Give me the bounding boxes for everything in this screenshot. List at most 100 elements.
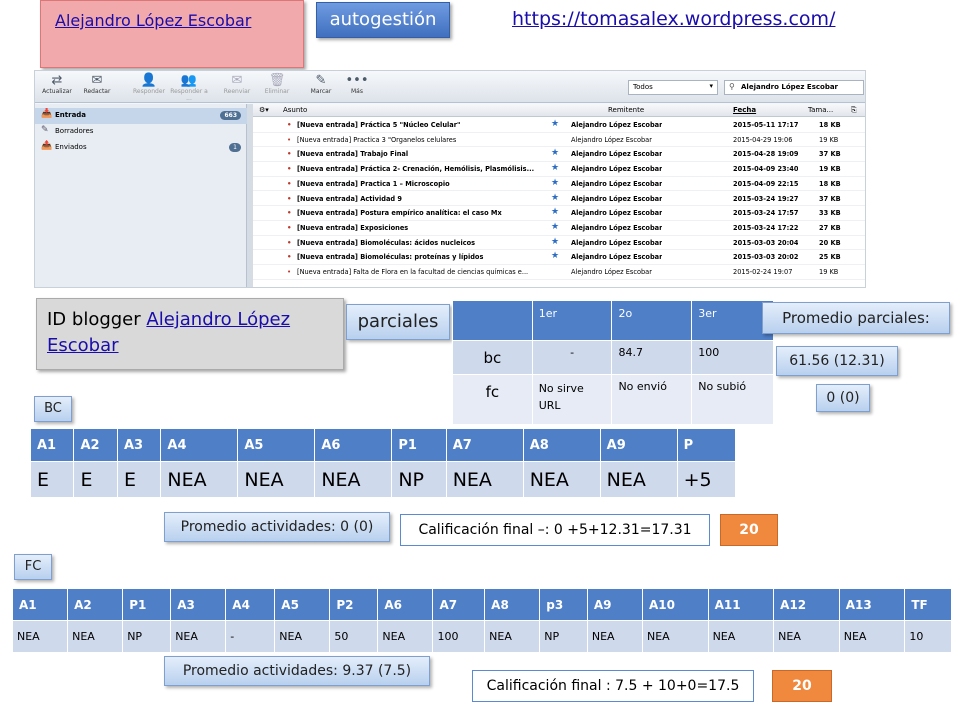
star-icon[interactable]: ★: [551, 207, 559, 217]
toolbar-mark-button[interactable]: ✎ Marcar: [301, 73, 341, 95]
message-row[interactable]: • [Nueva entrada] Falta de Flora en la fa…: [253, 265, 865, 280]
more-icon: •••: [345, 73, 369, 88]
message-sender: Alejandro López Escobar: [571, 194, 663, 203]
message-row[interactable]: • [Nueva entrada] Postura empírico analít…: [253, 206, 865, 221]
name-box: Alejandro López Escobar: [40, 0, 304, 68]
fc-value-cell: NEA: [11, 620, 69, 653]
fc-header-cell: A3: [170, 588, 227, 621]
bc-value-row: E E E NEA NEA NEA NP NEA NEA NEA +5: [29, 461, 737, 498]
fc-header-cell: A9: [586, 588, 643, 621]
mail-search-input[interactable]: ⚲ Alejandro López Escobar: [724, 80, 864, 95]
fc-header-cell: A12: [773, 588, 840, 621]
message-date: 2015-02-24 19:07: [733, 268, 793, 276]
message-date: 2015-03-24 17:57: [733, 209, 799, 218]
star-icon[interactable]: ★: [551, 237, 559, 247]
fc-header-cell: P1: [122, 588, 172, 621]
chevron-down-icon: ▾: [709, 82, 713, 90]
star-icon[interactable]: ★: [551, 222, 559, 232]
star-icon[interactable]: ★: [551, 148, 559, 158]
message-date: 2015-03-03 20:04: [733, 238, 799, 247]
message-row[interactable]: • [Nueva entrada] Práctica 5 "Núcleo Celu…: [253, 118, 865, 133]
parciales-label: parciales: [346, 304, 450, 340]
message-subject: [Nueva entrada] Postura empírico analíti…: [297, 209, 502, 218]
fc-header-cell: A6: [377, 588, 434, 621]
bc-table: A1 A2 A3 A4 A5 A6 P1 A7 A8 A9 P E E E NEA NEA NEA NP NEA N…: [29, 428, 737, 498]
search-icon: ⚲: [729, 82, 735, 91]
message-row[interactable]: • [Nueva entrada] Trabajo Final ★ Alejandro…: [253, 147, 865, 163]
fc-table: A1 A2 P1 A3 A4 A5 P2 A6 A7 A8 p3 A9 A10 A11 A12 A13 TF N…: [11, 588, 952, 653]
toolbar-compose-button[interactable]: ✉ Redactar: [77, 73, 117, 95]
star-icon[interactable]: ★: [551, 119, 559, 129]
folder-item-entrada[interactable]: 📥 Entrada 663: [35, 108, 247, 124]
fc-header-cell: A5: [274, 588, 331, 621]
message-row[interactable]: • [Nueva entrada] Biomoléculas: proteínas…: [253, 250, 865, 265]
fc-header-cell: TF: [904, 588, 952, 621]
parciales-row-bc: bc - 84.7 100: [452, 340, 774, 375]
folder-label: Enviados: [55, 143, 87, 151]
toolbar-reply-all-button[interactable]: 👥 Responder a ...: [169, 73, 209, 102]
wordpress-url-link[interactable]: https://tomasalex.wordpress.com/: [512, 8, 835, 30]
parciales-row-fc: fc No sirve URL No envió No subió: [452, 374, 774, 425]
column-subject[interactable]: Asunto: [283, 106, 307, 114]
mail-search-value: Alejandro López Escobar: [741, 83, 839, 91]
column-size[interactable]: Tama...: [808, 106, 833, 114]
toolbar-reply-button[interactable]: 👤 Responder: [129, 73, 169, 95]
bc-header-cell: A6: [314, 428, 393, 462]
message-row[interactable]: • [Nueva entrada] Actividad 9 ★ Alejandro L…: [253, 192, 865, 207]
message-subject: [Nueva entrada] Práctica 2- Crenación, H…: [297, 165, 535, 174]
message-row[interactable]: • [Nueva entrada] Practica 3 "Organelos c…: [253, 133, 865, 148]
message-date: 2015-04-09 23:40: [733, 165, 799, 174]
fc-value-cell: 100: [432, 620, 486, 653]
toolbar-forward-button[interactable]: ✉ Reenviar: [217, 73, 257, 95]
fc-value-cell: NEA: [484, 620, 541, 653]
message-sender: Alejandro López Escobar: [571, 223, 663, 232]
message-sender: Alejandro López Escobar: [571, 165, 663, 174]
message-sender: Alejandro López Escobar: [571, 268, 652, 276]
refresh-icon: ⇄: [51, 73, 63, 88]
sent-icon: 📤: [41, 141, 53, 151]
unread-dot-icon: •: [287, 165, 292, 174]
fc-value-cell: NP: [539, 620, 588, 653]
fc-header-cell: A4: [225, 588, 276, 621]
fc-header-cell: A11: [707, 588, 775, 621]
star-icon[interactable]: ★: [551, 193, 559, 203]
bc-value-cell: E: [116, 461, 162, 498]
attachment-icon: ⎘: [851, 106, 857, 114]
fc-value-cell: NEA: [377, 620, 434, 653]
star-icon[interactable]: ★: [551, 163, 559, 173]
message-row[interactable]: • [Nueva entrada] Practica 1 – Microscopi…: [253, 177, 865, 192]
filter-select[interactable]: Todos ▾: [628, 80, 718, 95]
message-row[interactable]: • [Nueva entrada] Práctica 2- Crenación, …: [253, 162, 865, 177]
bc-label: BC: [34, 396, 72, 422]
toolbar-refresh-button[interactable]: ⇄ Actualizar: [37, 73, 77, 95]
bc-total-badge: 20: [720, 514, 778, 546]
mail-client-screenshot: ⇄ Actualizar ✉ Redactar 👤 Responder 👥 Responder…: [34, 70, 866, 288]
fc-header-cell: A13: [838, 588, 906, 621]
toolbar-delete-button[interactable]: 🗑 Eliminar: [257, 73, 297, 95]
star-icon[interactable]: ★: [551, 251, 559, 261]
gear-icon[interactable]: ⚙▾: [259, 106, 269, 114]
message-row[interactable]: • [Nueva entrada] Exposiciones ★ Alejandro …: [253, 221, 865, 236]
column-sender[interactable]: Remitente: [608, 106, 644, 114]
message-row[interactable]: • [Nueva entrada] Biomoléculas: ácidos nu…: [253, 236, 865, 251]
message-subject: [Nueva entrada] Práctica 5 "Núcleo Celul…: [297, 121, 461, 129]
autogestion-button[interactable]: autogestión: [316, 2, 450, 38]
folder-item-enviados[interactable]: 📤 Enviados 1: [35, 140, 247, 156]
toolbar-more-button[interactable]: ••• Más: [337, 73, 377, 95]
inbox-icon: 📥: [41, 109, 53, 119]
message-size: 33 KB: [819, 209, 841, 218]
folder-item-borradores[interactable]: ✎ Borradores: [35, 124, 247, 140]
fc-total-badge: 20: [772, 670, 832, 702]
bc-value-cell: NEA: [522, 461, 601, 498]
delete-icon: 🗑: [268, 73, 286, 88]
fc-header-cell: A2: [67, 588, 124, 621]
name-link[interactable]: Alejandro López Escobar: [55, 11, 251, 30]
folder-sidebar: 📥 Entrada 663 ✎ Borradores 📤 Enviados 1: [35, 104, 247, 287]
star-icon[interactable]: ★: [551, 178, 559, 188]
message-size: 20 KB: [819, 238, 841, 247]
bc-header-cell: P1: [391, 428, 447, 462]
fc-header-cell: p3: [539, 588, 588, 621]
fc-value-cell: NEA: [641, 620, 709, 653]
message-size: 27 KB: [819, 223, 841, 232]
column-date[interactable]: Fecha: [733, 106, 756, 114]
